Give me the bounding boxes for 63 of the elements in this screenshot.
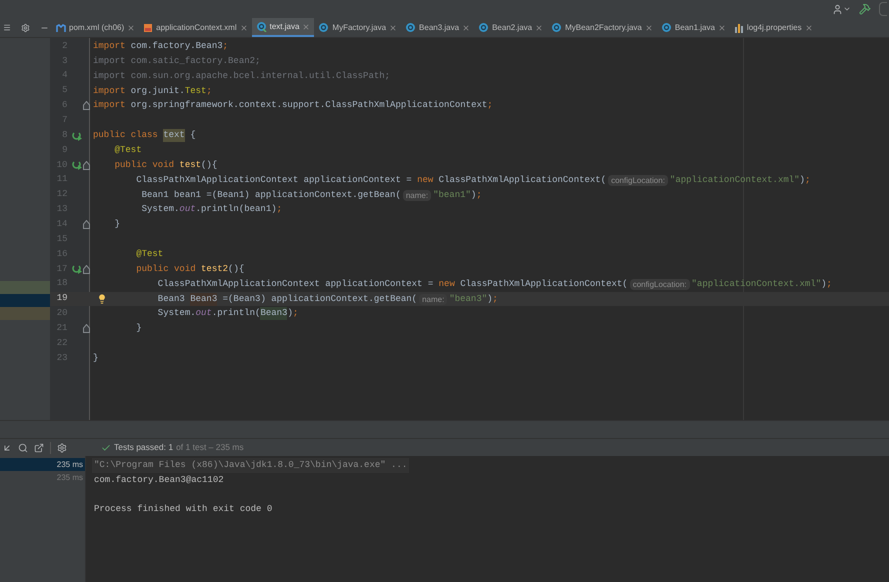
editor-tab[interactable]: applicationContext.xml xyxy=(139,18,252,37)
test-status: Tests passed: 1 xyxy=(114,441,174,454)
code-line: ClassPathXmlApplicationContext applicationContext = new ClassPathXmlApplicationContext( configLocation: "applicationContext.xml"); xyxy=(135,174,810,187)
code-line: public void test2(){ xyxy=(135,262,244,276)
close-icon[interactable] xyxy=(389,24,398,32)
run-test-icon[interactable] xyxy=(72,160,82,170)
code-line: Bean1 bean1 =(Bean1) applicationContext.getBean( name: "bean1"); xyxy=(140,188,482,202)
selected-row xyxy=(0,294,50,307)
editor-tab[interactable]: Bean3.java xyxy=(401,18,474,37)
test-summary: of 1 test – 235 ms xyxy=(176,441,244,454)
close-icon[interactable] xyxy=(718,24,726,32)
export-icon[interactable] xyxy=(34,442,44,452)
close-icon[interactable] xyxy=(302,22,310,30)
code-line: import com.factory.Bean3; xyxy=(93,40,228,53)
close-icon[interactable] xyxy=(644,24,653,32)
console-line: com.factory.Bean3@ac1102 xyxy=(94,474,224,487)
code-line: Bean3 Bean3 =(Bean3) applicationContext.getBean( name: "bean3"); xyxy=(156,292,498,306)
code-line: ClassPathXmlApplicationContext applicationContext = new ClassPathXmlApplicationContext( configLocation: "applicationContext.xml"); xyxy=(156,278,832,291)
collapse-icon[interactable] xyxy=(2,442,12,452)
test-row[interactable]: 235 ms xyxy=(0,458,85,471)
run-test-icon[interactable] xyxy=(72,130,82,141)
check-icon xyxy=(101,442,111,452)
code-line: } xyxy=(135,322,142,336)
settings-icon[interactable] xyxy=(57,442,67,452)
highlighted-row xyxy=(0,281,50,294)
close-icon[interactable] xyxy=(462,24,470,32)
code-line: import org.springframework.context.support.ClassPathXmlApplicationContext; xyxy=(93,99,493,112)
code-line: import com.sun.org.apache.bcel.internal.util.ClassPath; xyxy=(93,70,390,83)
user-icon[interactable] xyxy=(832,4,843,14)
close-icon[interactable] xyxy=(804,24,813,32)
code-line: } xyxy=(114,218,120,232)
editor-tab[interactable]: Bean1.java xyxy=(656,18,730,37)
run-test-icon[interactable] xyxy=(72,264,82,274)
menu-icon[interactable] xyxy=(3,23,12,32)
caret-icon[interactable] xyxy=(843,5,851,13)
code-line: import org.junit.Test; xyxy=(93,84,212,98)
close-icon[interactable] xyxy=(535,24,544,32)
editor-tab[interactable]: MyFactory.java xyxy=(314,18,402,37)
code-line: System.out.println(Bean3); xyxy=(156,307,298,320)
code-line: public class text { xyxy=(93,129,196,142)
editor-tab[interactable]: log4j.properties xyxy=(730,18,817,37)
code-line: @Test xyxy=(114,144,142,157)
xml-file-icon xyxy=(143,22,154,32)
editor-tab[interactable]: Bean2.java xyxy=(474,18,548,37)
bar-chart-icon xyxy=(734,22,744,32)
code-line: @Test xyxy=(135,248,164,261)
code-line: import com.satic_factory.Bean2; xyxy=(93,54,260,68)
close-icon[interactable] xyxy=(127,24,136,32)
editor-tab[interactable]: text.java xyxy=(252,18,314,37)
editor-tab[interactable]: pom.xml (ch06) xyxy=(52,18,140,37)
code-line: System.out.println(bean1); xyxy=(140,203,282,216)
close-icon[interactable] xyxy=(240,24,248,32)
lightbulb-icon[interactable] xyxy=(97,294,107,304)
search-icon[interactable] xyxy=(18,442,28,452)
console-line: Process finished with exit code 0 xyxy=(94,503,272,516)
editor-tab[interactable]: MyBean2Factory.java xyxy=(547,18,657,37)
code-line: } xyxy=(93,352,98,365)
code-line: public void test(){ xyxy=(114,158,218,172)
maven-icon xyxy=(56,22,66,32)
highlighted-row xyxy=(0,307,50,320)
hammer-icon[interactable] xyxy=(859,3,871,15)
settings-icon[interactable] xyxy=(21,22,30,32)
line-number: 19 xyxy=(56,292,69,306)
